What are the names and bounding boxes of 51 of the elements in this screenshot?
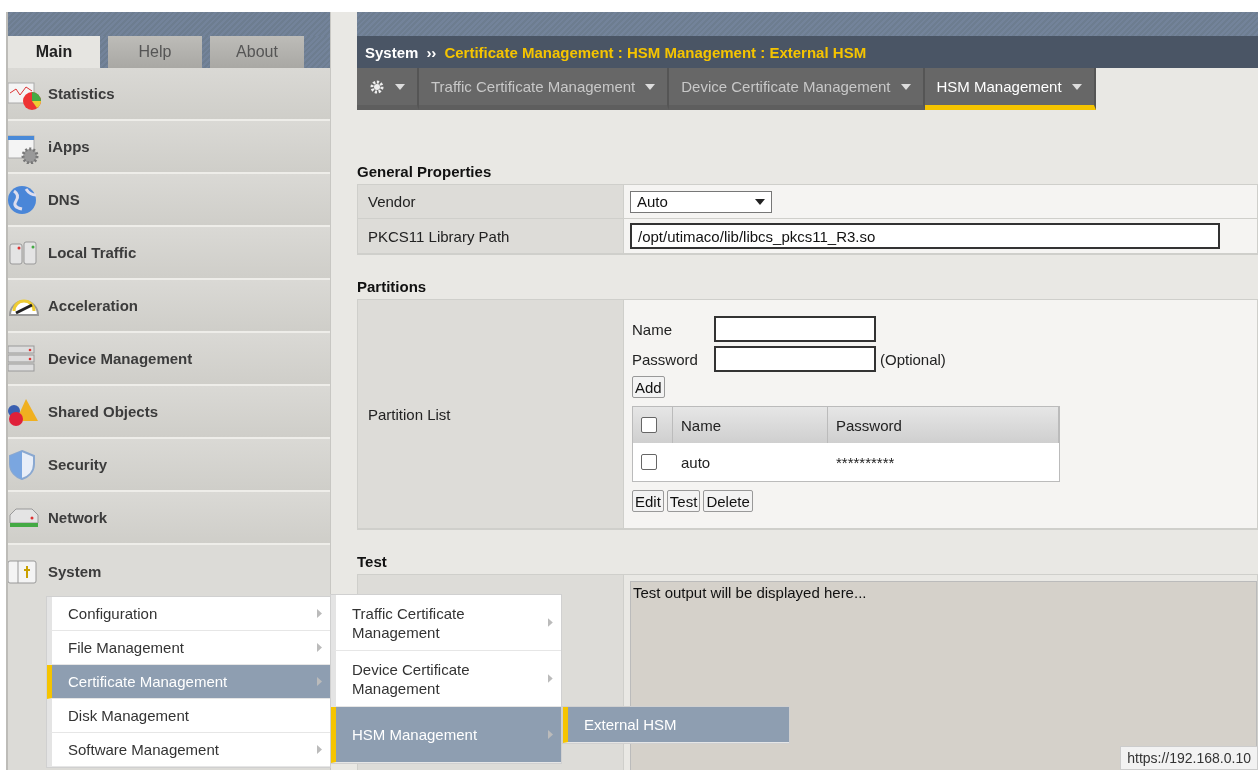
table-cell: ********** — [828, 443, 1059, 481]
menu-item[interactable]: Device Certificate Management — [331, 651, 561, 707]
column-header[interactable]: Password — [828, 407, 1059, 443]
field-label: Password — [632, 350, 699, 368]
arrow-icon — [317, 609, 322, 618]
section-heading: Partitions — [357, 276, 428, 297]
subnav-tab[interactable]: HSM Management — [924, 68, 1096, 110]
library-path-field[interactable]: /opt/utimaco/lib/libcs_pkcs11_R3.so — [630, 223, 1220, 249]
action-button[interactable]: Delete — [703, 490, 753, 512]
arrow-icon — [317, 643, 322, 652]
arrow-icon — [548, 618, 553, 627]
section-heading: Test — [357, 551, 388, 572]
menu-item[interactable]: Configuration — [47, 597, 330, 631]
tab[interactable]: Main — [8, 36, 100, 68]
menu-item[interactable]: Disk Management — [47, 699, 330, 733]
property-label: Partition List — [358, 300, 624, 529]
arrow-icon — [548, 674, 553, 683]
menu-item[interactable]: Software Management — [47, 733, 330, 767]
checkbox[interactable] — [641, 417, 657, 433]
status-url: https://192.168.0.10 — [1120, 746, 1258, 770]
arrow-icon — [548, 730, 553, 739]
name-field[interactable] — [714, 316, 876, 342]
optional-note: (Optional) — [880, 350, 946, 368]
property-label: PKCS11 Library Path — [358, 219, 624, 254]
caret-icon — [1071, 83, 1082, 90]
arrow-icon — [317, 745, 322, 754]
breadcrumb-separator: ›› — [426, 43, 437, 61]
caret-icon — [645, 83, 656, 90]
checkbox[interactable] — [641, 454, 657, 470]
breadcrumb-path: Certificate Management : HSM Management : External HSM — [444, 43, 867, 61]
caret-icon — [900, 83, 911, 90]
action-button[interactable]: Edit — [632, 490, 664, 512]
tab[interactable]: About — [210, 36, 304, 68]
caret-icon — [395, 83, 405, 90]
password-field[interactable] — [714, 346, 876, 372]
table-cell: auto — [673, 443, 828, 481]
column-header[interactable]: Name — [673, 407, 828, 443]
breadcrumb-root: System — [365, 43, 419, 61]
action-button[interactable]: Test — [666, 490, 701, 512]
tab[interactable]: Help — [108, 36, 202, 68]
section-heading: General Properties — [357, 161, 493, 182]
property-label: Vendor — [358, 185, 624, 219]
add-button[interactable]: Add — [632, 376, 665, 398]
caret-icon — [755, 198, 765, 205]
vendor-select[interactable]: Auto — [630, 190, 772, 213]
arrow-icon — [317, 677, 322, 686]
menu-item[interactable]: Traffic Certificate Management — [331, 595, 561, 651]
settings-menu-button[interactable] — [357, 68, 419, 110]
settings-icon — [369, 78, 385, 95]
menu-item[interactable]: File Management — [47, 631, 330, 665]
field-label: Name — [632, 320, 673, 338]
